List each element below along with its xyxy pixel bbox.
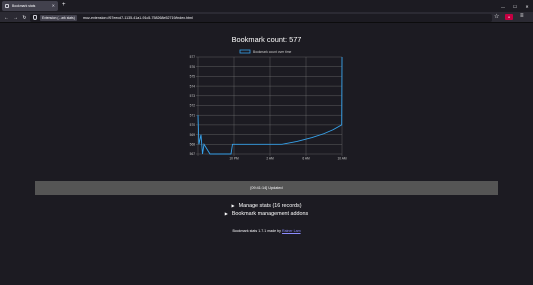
y-tick-label: 575 <box>190 75 196 79</box>
maximize-icon[interactable]: ☐ <box>509 0 521 12</box>
y-tick-label: 571 <box>190 113 196 117</box>
updated-status-bar: [09:41:14] Updated <box>35 181 498 195</box>
site-identity[interactable]: Extension (...ark stats) <box>40 14 77 21</box>
window-controls: — ☐ ✕ <box>497 0 533 12</box>
tab-close-icon[interactable]: ✕ <box>52 3 55 8</box>
x-tick-label: 6 AM <box>302 157 310 161</box>
y-tick-label: 576 <box>190 65 196 69</box>
footer: Bookmark stats 1.7.1 made by Rainer Lam <box>0 229 533 233</box>
bookmark-addons-summary[interactable]: ▶ Bookmark management addons <box>0 211 533 217</box>
y-axis-ticks: 567 568 569 570 571 572 573 574 575 576 577 <box>190 55 196 156</box>
y-tick-label: 568 <box>190 143 196 147</box>
x-axis-ticks: 10 PM 2 AM 6 AM 10 AM <box>229 157 346 161</box>
chart-legend[interactable]: Bookmark count over time <box>239 49 291 54</box>
reload-icon[interactable]: ↻ <box>20 13 29 22</box>
tab-strip: Bookmark stats ✕ + — ☐ ✕ <box>0 0 533 12</box>
legend-label: Bookmark count over time <box>253 50 291 54</box>
author-link[interactable]: Rainer Lam <box>282 229 301 233</box>
bookmark-count-chart: Bookmark count over time 567 568 569 570 571… <box>190 49 347 161</box>
y-tick-label: 572 <box>190 104 196 108</box>
manage-stats-label: Manage stats (16 records) <box>238 203 302 209</box>
extension-icon[interactable]: ● <box>505 14 513 20</box>
star-icon[interactable]: ☆ <box>494 13 499 20</box>
manage-stats-summary[interactable]: ▶ Manage stats (16 records) <box>0 203 533 209</box>
tab-bookmark-stats[interactable]: Bookmark stats ✕ <box>2 1 58 11</box>
tab-title: Bookmark stats <box>12 4 36 8</box>
page-title: Bookmark count: 577 <box>231 35 302 44</box>
y-tick-label: 574 <box>190 84 196 88</box>
new-tab-button[interactable]: + <box>62 1 66 10</box>
y-tick-label: 573 <box>190 94 196 98</box>
y-tick-label: 577 <box>190 55 196 59</box>
y-tick-label: 567 <box>190 152 196 156</box>
x-tick-label: 10 AM <box>337 157 346 161</box>
y-tick-label: 570 <box>190 123 196 127</box>
legend-swatch <box>239 49 251 54</box>
forward-icon[interactable]: → <box>11 13 20 22</box>
url-bar[interactable]: Extension (...ark stats) moz-extension:/… <box>30 13 492 22</box>
navigation-toolbar: ← → ↻ Extension (...ark stats) moz-exten… <box>0 12 533 23</box>
back-icon[interactable]: ← <box>2 13 11 22</box>
disclosure-triangle-icon: ▶ <box>224 211 228 216</box>
y-tick-label: 569 <box>190 133 196 137</box>
minimize-icon[interactable]: — <box>497 0 509 12</box>
url-text[interactable]: moz-extension://67eecd7-1135-41a1-91c5-7… <box>83 14 193 22</box>
favicon-icon <box>5 4 9 8</box>
x-tick-label: 10 PM <box>229 157 239 161</box>
chart-grid <box>196 56 343 156</box>
menu-icon[interactable]: ≡ <box>520 13 524 19</box>
close-icon[interactable]: ✕ <box>521 0 533 12</box>
x-tick-label: 2 AM <box>266 157 274 161</box>
footer-text: Bookmark stats 1.7.1 made by <box>232 229 282 233</box>
bookmark-addons-label: Bookmark management addons <box>231 211 309 217</box>
shield-icon[interactable] <box>33 15 37 20</box>
disclosure-triangle-icon: ▶ <box>231 203 235 208</box>
